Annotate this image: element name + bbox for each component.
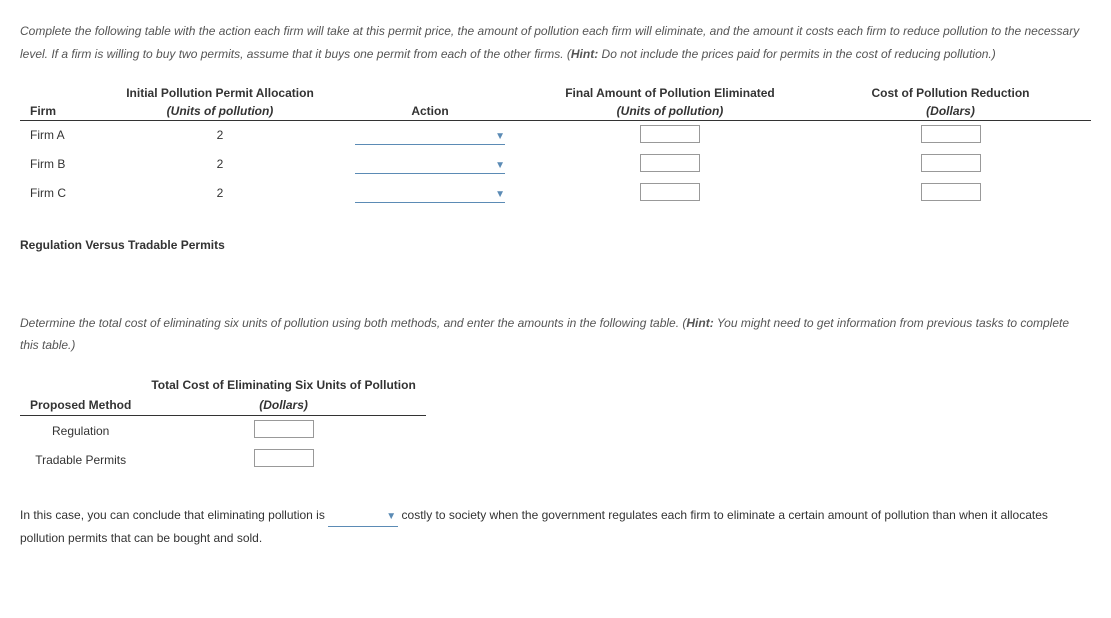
conclusion-paragraph: In this case, you can conclude that elim…	[20, 504, 1091, 550]
firm-label: Firm A	[20, 120, 110, 150]
section-heading: Regulation Versus Tradable Permits	[20, 238, 1091, 252]
conclusion-dropdown[interactable]: ▼	[328, 507, 398, 527]
action-dropdown[interactable]: ▼	[355, 129, 505, 145]
chevron-down-icon: ▼	[495, 160, 505, 171]
total-cost-input[interactable]	[254, 420, 314, 438]
col-method: Proposed Method	[20, 395, 141, 416]
table-row: Firm C 2 ▼	[20, 179, 1091, 208]
action-dropdown[interactable]: ▼	[355, 158, 505, 174]
col-cost-title: Cost of Pollution Reduction	[810, 84, 1091, 102]
allocation-value: 2	[110, 179, 330, 208]
cost-table: Total Cost of Eliminating Six Units of P…	[20, 375, 426, 474]
col-eliminated-title: Final Amount of Pollution Eliminated	[530, 84, 810, 102]
method-label: Tradable Permits	[20, 445, 141, 474]
allocation-value: 2	[110, 120, 330, 150]
allocation-value: 2	[110, 150, 330, 179]
firm-label: Firm B	[20, 150, 110, 179]
total-cost-input[interactable]	[254, 449, 314, 467]
col-allocation-unit: (Units of pollution)	[110, 102, 330, 121]
firm-label: Firm C	[20, 179, 110, 208]
cost-input[interactable]	[921, 183, 981, 201]
col-allocation-title: Initial Pollution Permit Allocation	[110, 84, 330, 102]
col-firm: Firm	[20, 84, 110, 121]
eliminated-input[interactable]	[640, 125, 700, 143]
eliminated-input[interactable]	[640, 183, 700, 201]
chevron-down-icon: ▼	[495, 189, 505, 200]
method-label: Regulation	[20, 416, 141, 446]
col-cost-unit: (Dollars)	[810, 102, 1091, 121]
col-total-cost-title: Total Cost of Eliminating Six Units of P…	[141, 375, 425, 395]
table-row: Firm B 2 ▼	[20, 150, 1091, 179]
chevron-down-icon: ▼	[386, 507, 396, 526]
col-total-cost-unit: (Dollars)	[141, 395, 425, 416]
chevron-down-icon: ▼	[495, 131, 505, 142]
firms-table: Firm Initial Pollution Permit Allocation…	[20, 84, 1091, 208]
action-dropdown[interactable]: ▼	[355, 187, 505, 203]
table-row: Regulation	[20, 416, 426, 446]
table-row: Tradable Permits	[20, 445, 426, 474]
instructions-paragraph: Complete the following table with the ac…	[20, 20, 1091, 66]
instructions-paragraph-2: Determine the total cost of eliminating …	[20, 312, 1091, 358]
eliminated-input[interactable]	[640, 154, 700, 172]
col-eliminated-unit: (Units of pollution)	[530, 102, 810, 121]
cost-input[interactable]	[921, 125, 981, 143]
cost-input[interactable]	[921, 154, 981, 172]
table-row: Firm A 2 ▼	[20, 120, 1091, 150]
col-action: Action	[330, 84, 530, 121]
